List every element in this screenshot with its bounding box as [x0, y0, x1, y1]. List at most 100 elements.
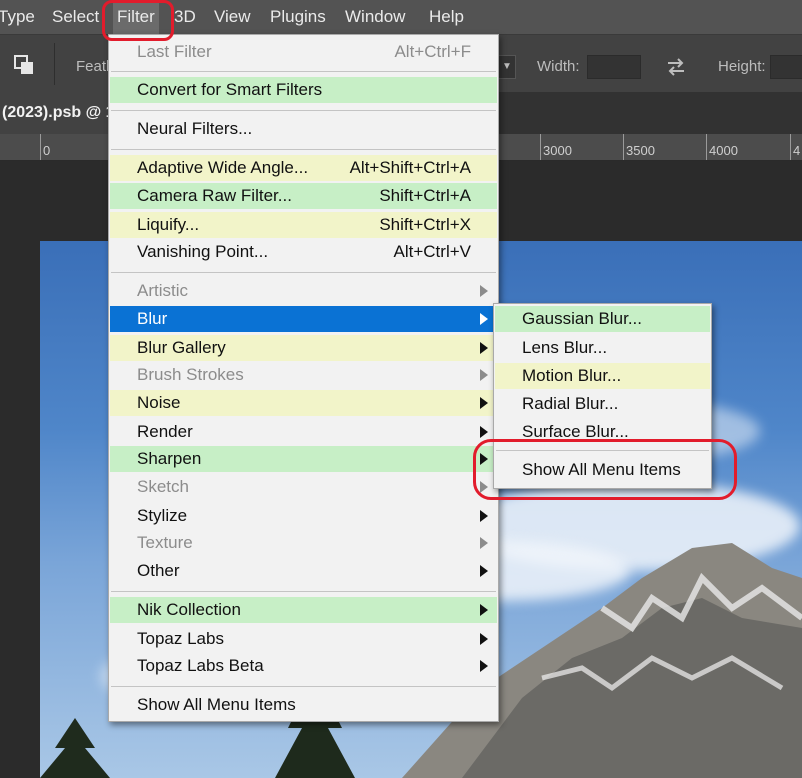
menu-type[interactable]: Type [0, 7, 35, 27]
filter-menu-item-render[interactable]: Render [110, 419, 497, 445]
filter-menu-item-convert-for-smart-filters[interactable]: Convert for Smart Filters [110, 77, 497, 103]
submenu-arrow-icon [480, 426, 488, 438]
height-field[interactable] [770, 55, 802, 79]
menu-item-label: Stylize [137, 506, 188, 525]
filter-menu-item-blur[interactable]: Blur [110, 306, 497, 332]
menu-item-label: Adaptive Wide Angle... [137, 158, 309, 177]
ruler-label: 4 [793, 143, 801, 158]
selection-mode-icon[interactable] [14, 55, 34, 75]
filter-menu-item-topaz-labs[interactable]: Topaz Labs [110, 626, 497, 652]
menu-help[interactable]: Help [429, 7, 464, 27]
menu-item-label: Surface Blur... [522, 422, 629, 441]
menu-item-label: Blur Gallery [137, 338, 226, 357]
menu-separator [111, 149, 496, 150]
menu-window[interactable]: Window [345, 7, 405, 27]
ruler-tick [790, 134, 791, 160]
ruler-tick [540, 134, 541, 160]
filter-menu-item-neural-filters[interactable]: Neural Filters... [110, 116, 497, 142]
options-separator [54, 43, 55, 85]
menu-item-label: Render [137, 422, 193, 441]
blur-submenu-item-radial-blur[interactable]: Radial Blur... [495, 391, 710, 417]
menu-item-label: Show All Menu Items [522, 460, 681, 479]
submenu-arrow-icon [480, 604, 488, 616]
menu-item-label: Camera Raw Filter... [137, 186, 292, 205]
menu-separator [111, 591, 496, 592]
menu-view[interactable]: View [214, 7, 251, 27]
menu-item-shortcut: Shift+Ctrl+X [379, 215, 471, 234]
filter-menu-item-adaptive-wide-angle[interactable]: Adaptive Wide Angle... Alt+Shift+Ctrl+A [110, 155, 497, 181]
filter-menu-item-artistic: Artistic [110, 278, 497, 304]
filter-menu-item-blur-gallery[interactable]: Blur Gallery [110, 335, 497, 361]
menu-item-label: Liquify... [137, 215, 200, 234]
menu-item-label: Vanishing Point... [137, 242, 269, 261]
pine-tree [40, 718, 110, 778]
filter-menu-item-stylize[interactable]: Stylize [110, 503, 497, 529]
menu-item-shortcut: Alt+Ctrl+V [393, 242, 471, 261]
menu-item-label: Topaz Labs [137, 629, 224, 648]
menu-separator [496, 450, 709, 451]
menu-bar: Type Select Filter 3D View Plugins Windo… [0, 0, 802, 34]
filter-menu-item-other[interactable]: Other [110, 558, 497, 584]
menu-item-shortcut: Shift+Ctrl+A [379, 186, 471, 205]
filter-menu-item-last-filter: Last Filter Alt+Ctrl+F [110, 39, 497, 65]
blur-submenu-item-surface-blur[interactable]: Surface Blur... [495, 419, 710, 445]
filter-menu-item-show-all-menu-items[interactable]: Show All Menu Items [110, 692, 497, 718]
menu-filter[interactable]: Filter [113, 0, 159, 34]
blur-submenu-item-gaussian-blur[interactable]: Gaussian Blur... [495, 306, 710, 332]
filter-menu-item-sketch: Sketch [110, 474, 497, 500]
menu-separator [111, 686, 496, 687]
submenu-arrow-icon [480, 342, 488, 354]
filter-menu-item-topaz-labs-beta[interactable]: Topaz Labs Beta [110, 653, 497, 679]
menu-item-label: Brush Strokes [137, 365, 244, 384]
submenu-arrow-icon [480, 369, 488, 381]
menu-item-label: Neural Filters... [137, 119, 253, 138]
ruler-label: 0 [43, 143, 51, 158]
menu-item-label: Last Filter [137, 42, 212, 61]
submenu-arrow-icon [480, 453, 488, 465]
document-tab[interactable]: (2023).psb @ 1 [0, 92, 112, 134]
menu-item-label: Show All Menu Items [137, 695, 296, 714]
filter-menu-item-vanishing-point[interactable]: Vanishing Point... Alt+Ctrl+V [110, 239, 497, 265]
submenu-arrow-icon [480, 537, 488, 549]
menu-item-label: Motion Blur... [522, 366, 622, 385]
filter-menu-item-nik-collection[interactable]: Nik Collection [110, 597, 497, 623]
blur-submenu-item-show-all-menu-items[interactable]: Show All Menu Items [495, 457, 710, 483]
width-label: Width: [537, 58, 580, 75]
menu-item-shortcut: Alt+Ctrl+F [394, 42, 471, 61]
submenu-arrow-icon [480, 285, 488, 297]
menu-item-label: Artistic [137, 281, 188, 300]
menu-item-label: Radial Blur... [522, 394, 619, 413]
menu-select[interactable]: Select [52, 7, 99, 27]
menu-separator [111, 272, 496, 273]
menu-item-label: Convert for Smart Filters [137, 80, 323, 99]
menu-item-label: Nik Collection [137, 600, 241, 619]
menu-3d[interactable]: 3D [174, 7, 196, 27]
blur-submenu-item-motion-blur[interactable]: Motion Blur... [495, 363, 710, 389]
filter-menu-item-camera-raw-filter[interactable]: Camera Raw Filter... Shift+Ctrl+A [110, 183, 497, 209]
menu-separator [111, 71, 496, 72]
filter-menu-item-brush-strokes: Brush Strokes [110, 362, 497, 388]
menu-plugins[interactable]: Plugins [270, 7, 326, 27]
submenu-arrow-icon [480, 397, 488, 409]
menu-item-label: Sharpen [137, 449, 202, 468]
width-field[interactable] [587, 55, 641, 79]
ruler-label: 3500 [626, 143, 655, 158]
filter-menu: Last Filter Alt+Ctrl+F Convert for Smart F… [108, 34, 499, 722]
ruler-label: 4000 [709, 143, 738, 158]
submenu-arrow-icon [480, 565, 488, 577]
menu-item-label: Noise [137, 393, 181, 412]
height-label: Height: [718, 58, 766, 75]
submenu-arrow-icon [480, 510, 488, 522]
blur-submenu-item-lens-blur[interactable]: Lens Blur... [495, 335, 710, 361]
filter-menu-item-sharpen[interactable]: Sharpen [110, 446, 497, 472]
submenu-arrow-icon [480, 660, 488, 672]
swap-icon[interactable] [664, 57, 688, 77]
submenu-arrow-icon [480, 481, 488, 493]
filter-menu-item-liquify[interactable]: Liquify... Shift+Ctrl+X [110, 212, 497, 238]
menu-item-label: Texture [137, 533, 193, 552]
submenu-arrow-icon [480, 633, 488, 645]
filter-menu-item-texture: Texture [110, 530, 497, 556]
style-dropdown-arrow[interactable]: ▼ [498, 55, 516, 79]
menu-item-label: Other [137, 561, 180, 580]
filter-menu-item-noise[interactable]: Noise [110, 390, 497, 416]
